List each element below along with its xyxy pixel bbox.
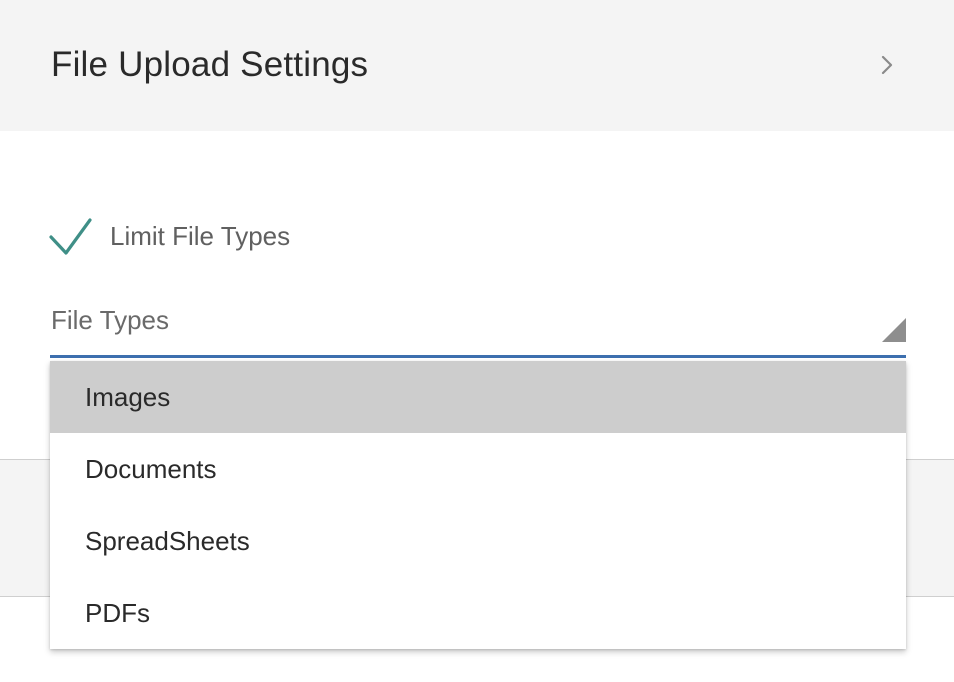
file-upload-settings-page: File Upload Settings Limit File Types Fi…: [0, 0, 954, 682]
dropdown-option-spreadsheets[interactable]: SpreadSheets: [50, 505, 906, 577]
file-types-select[interactable]: File Types: [50, 296, 906, 358]
chevron-right-icon[interactable]: [872, 50, 902, 80]
limit-file-types-checkbox[interactable]: Limit File Types: [48, 214, 290, 258]
limit-file-types-label: Limit File Types: [110, 221, 291, 251]
file-types-dropdown-menu: Images Documents SpreadSheets PDFs: [50, 361, 906, 649]
settings-header[interactable]: File Upload Settings: [0, 0, 954, 131]
dropdown-triangle-icon: [882, 318, 906, 342]
dropdown-option-documents[interactable]: Documents: [50, 433, 906, 505]
page-title: File Upload Settings: [51, 45, 369, 84]
file-types-label: File Types: [51, 305, 170, 335]
checkmark-icon: [49, 218, 92, 255]
dropdown-option-images[interactable]: Images: [50, 361, 906, 433]
dropdown-option-pdfs[interactable]: PDFs: [50, 577, 906, 649]
